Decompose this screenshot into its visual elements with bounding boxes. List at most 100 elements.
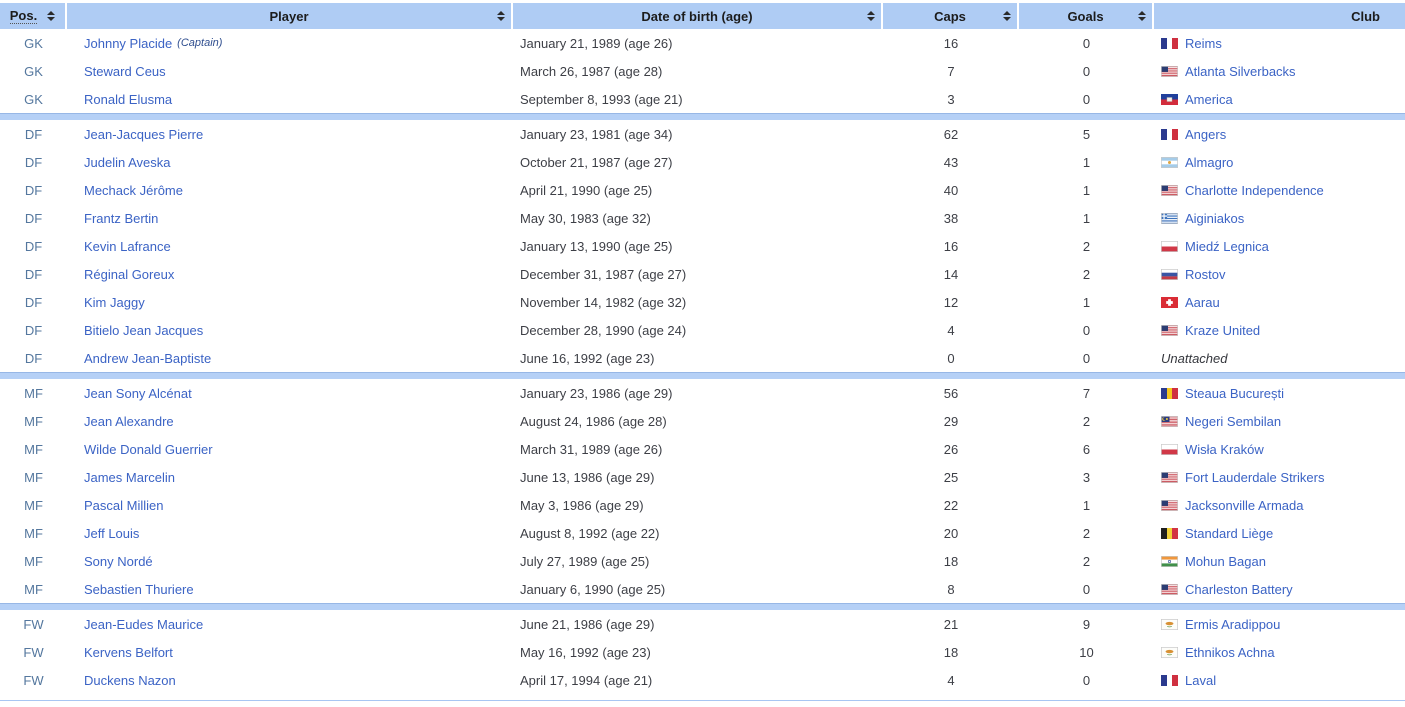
- goals-cell: 1: [1019, 148, 1154, 176]
- column-header-pos[interactable]: Pos.: [0, 3, 67, 29]
- caps-cell: 18: [883, 547, 1019, 575]
- club-link[interactable]: Ethnikos Achna: [1185, 645, 1275, 660]
- club-link[interactable]: Wisła Kraków: [1185, 442, 1264, 457]
- player-link[interactable]: Andrew Jean-Baptiste: [84, 351, 211, 366]
- club-cell: Ethnikos Achna: [1154, 638, 1405, 666]
- sort-icon: [1138, 11, 1146, 21]
- pos-cell: DF: [0, 344, 67, 372]
- player-link[interactable]: Bitielo Jean Jacques: [84, 323, 203, 338]
- club-cell: Aarau: [1154, 288, 1405, 316]
- club-link[interactable]: Laval: [1185, 673, 1216, 688]
- column-header-club-label: Club: [1351, 9, 1380, 24]
- club-link[interactable]: Angers: [1185, 127, 1226, 142]
- caps-cell: 43: [883, 148, 1019, 176]
- player-link[interactable]: Steward Ceus: [84, 64, 166, 79]
- player-link[interactable]: Frantz Bertin: [84, 211, 158, 226]
- club-link[interactable]: Reims: [1185, 36, 1222, 51]
- dob-cell: June 21, 1986 (age 29): [513, 610, 883, 638]
- caps-cell: 8: [883, 575, 1019, 603]
- dob-cell: December 28, 1990 (age 24): [513, 316, 883, 344]
- club-link[interactable]: Almagro: [1185, 155, 1233, 170]
- dob-cell: April 17, 1994 (age 21): [513, 666, 883, 694]
- flag-icon-usa: [1161, 185, 1178, 196]
- goals-cell: 0: [1019, 575, 1154, 603]
- caps-cell: 62: [883, 120, 1019, 148]
- table-row: FWKervens BelfortMay 16, 1992 (age 23)18…: [0, 638, 1405, 666]
- player-cell: Ronald Elusma: [67, 85, 513, 113]
- table-row: GKJohnny Placide (Captain)January 21, 19…: [0, 29, 1405, 57]
- player-link[interactable]: Johnny Placide: [84, 36, 172, 51]
- player-link[interactable]: Jean Alexandre: [84, 414, 174, 429]
- pos-cell: DF: [0, 148, 67, 176]
- caps-cell: 4: [883, 316, 1019, 344]
- column-header-dob[interactable]: Date of birth (age): [513, 3, 883, 29]
- goals-cell: 2: [1019, 232, 1154, 260]
- pos-cell: MF: [0, 379, 67, 407]
- player-link[interactable]: Sebastien Thuriere: [84, 582, 194, 597]
- player-link[interactable]: Jeff Louis: [84, 526, 139, 541]
- flag-icon-poland: [1161, 444, 1178, 455]
- club-cell: Charleston Battery: [1154, 575, 1405, 603]
- club-link[interactable]: Charleston Battery: [1185, 582, 1293, 597]
- player-link[interactable]: Jean-Eudes Maurice: [84, 617, 203, 632]
- flag-icon-poland: [1161, 241, 1178, 252]
- pos-cell: MF: [0, 463, 67, 491]
- player-link[interactable]: Réginal Goreux: [84, 267, 174, 282]
- club-link[interactable]: Atlanta Silverbacks: [1185, 64, 1296, 79]
- player-link[interactable]: Duckens Nazon: [84, 673, 176, 688]
- player-link[interactable]: Sony Nordé: [84, 554, 153, 569]
- club-link[interactable]: Standard Liège: [1185, 526, 1273, 541]
- club-link[interactable]: Steaua București: [1185, 386, 1284, 401]
- dob-cell: September 8, 1993 (age 21): [513, 85, 883, 113]
- pos-cell: MF: [0, 407, 67, 435]
- player-cell: Johnny Placide (Captain): [67, 29, 513, 57]
- player-cell: Jean-Jacques Pierre: [67, 120, 513, 148]
- player-link[interactable]: Mechack Jérôme: [84, 183, 183, 198]
- player-cell: Wilde Donald Guerrier: [67, 435, 513, 463]
- player-link[interactable]: Wilde Donald Guerrier: [84, 442, 213, 457]
- goals-cell: 0: [1019, 57, 1154, 85]
- table-row: DFFrantz BertinMay 30, 1983 (age 32)381A…: [0, 204, 1405, 232]
- club-cell: Fort Lauderdale Strikers: [1154, 463, 1405, 491]
- club-link[interactable]: Kraze United: [1185, 323, 1260, 338]
- club-link[interactable]: Negeri Sembilan: [1185, 414, 1281, 429]
- player-link[interactable]: Judelin Aveska: [84, 155, 171, 170]
- captain-note: (Captain): [177, 37, 222, 49]
- goals-cell: 2: [1019, 260, 1154, 288]
- club-link[interactable]: Miedź Legnica: [1185, 239, 1269, 254]
- dob-cell: January 21, 1989 (age 26): [513, 29, 883, 57]
- squad-table: Pos. Player Date of birth (age) Caps Goa…: [0, 0, 1405, 701]
- player-link[interactable]: Kervens Belfort: [84, 645, 173, 660]
- section-divider: [0, 603, 1405, 610]
- club-link[interactable]: Fort Lauderdale Strikers: [1185, 470, 1324, 485]
- table-row: GKSteward CeusMarch 26, 1987 (age 28)70A…: [0, 57, 1405, 85]
- club-link[interactable]: Aarau: [1185, 295, 1220, 310]
- player-link[interactable]: Kevin Lafrance: [84, 239, 171, 254]
- pos-cell: DF: [0, 204, 67, 232]
- column-header-player[interactable]: Player: [67, 3, 513, 29]
- column-header-caps[interactable]: Caps: [883, 3, 1019, 29]
- pos-cell: DF: [0, 176, 67, 204]
- club-link[interactable]: Charlotte Independence: [1185, 183, 1324, 198]
- player-link[interactable]: Kim Jaggy: [84, 295, 145, 310]
- flag-icon-india: [1161, 556, 1178, 567]
- caps-cell: 20: [883, 519, 1019, 547]
- club-link[interactable]: Jacksonville Armada: [1185, 498, 1304, 513]
- club-link[interactable]: Rostov: [1185, 267, 1225, 282]
- player-cell: Duckens Nazon: [67, 666, 513, 694]
- player-link[interactable]: Pascal Millien: [84, 498, 163, 513]
- column-header-goals[interactable]: Goals: [1019, 3, 1154, 29]
- club-link[interactable]: Aiginiakos: [1185, 211, 1244, 226]
- club-link[interactable]: Ermis Aradippou: [1185, 617, 1280, 632]
- dob-cell: June 13, 1986 (age 29): [513, 463, 883, 491]
- player-link[interactable]: James Marcelin: [84, 470, 175, 485]
- player-cell: Bitielo Jean Jacques: [67, 316, 513, 344]
- club-link[interactable]: America: [1185, 92, 1233, 107]
- club-link[interactable]: Mohun Bagan: [1185, 554, 1266, 569]
- player-link[interactable]: Ronald Elusma: [84, 92, 172, 107]
- player-link[interactable]: Jean Sony Alcénat: [84, 386, 192, 401]
- flag-icon-usa: [1161, 325, 1178, 336]
- player-cell: Jean-Eudes Maurice: [67, 610, 513, 638]
- player-cell: Kervens Belfort: [67, 638, 513, 666]
- player-link[interactable]: Jean-Jacques Pierre: [84, 127, 203, 142]
